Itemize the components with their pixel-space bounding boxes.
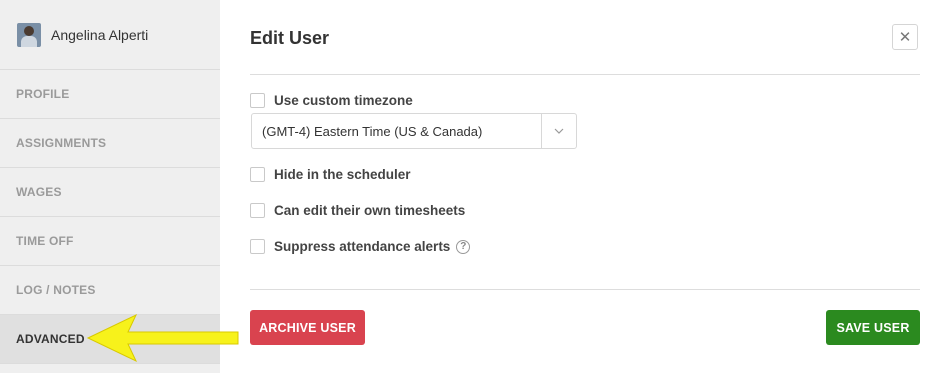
sidebar-item-log-notes[interactable]: LOG / NOTES xyxy=(0,266,220,315)
divider xyxy=(250,74,920,75)
edit-timesheets-checkbox[interactable] xyxy=(250,203,265,218)
close-icon: ✕ xyxy=(898,29,912,46)
custom-timezone-checkbox[interactable] xyxy=(250,93,265,108)
annotation-arrow xyxy=(86,313,239,363)
hide-scheduler-label: Hide in the scheduler xyxy=(274,167,411,182)
timezone-value: (GMT-4) Eastern Time (US & Canada) xyxy=(262,123,483,139)
hide-scheduler-row: Hide in the scheduler xyxy=(250,167,411,182)
edit-timesheets-label: Can edit their own timesheets xyxy=(274,203,466,218)
edit-timesheets-row: Can edit their own timesheets xyxy=(250,203,465,218)
suppress-alerts-label: Suppress attendance alerts xyxy=(274,239,451,254)
user-header: Angelina Alperti xyxy=(0,0,220,70)
suppress-alerts-checkbox[interactable] xyxy=(250,239,265,254)
avatar xyxy=(17,22,41,47)
sidebar-item-wages[interactable]: WAGES xyxy=(0,168,220,217)
user-name: Angelina Alperti xyxy=(51,26,149,43)
save-user-button[interactable]: SAVE USER xyxy=(826,310,920,345)
suppress-alerts-row: Suppress attendance alerts ? xyxy=(250,239,471,254)
archive-user-button[interactable]: ARCHIVE USER xyxy=(250,310,365,345)
hide-scheduler-checkbox[interactable] xyxy=(250,167,265,182)
help-icon[interactable]: ? xyxy=(456,239,471,254)
custom-timezone-label: Use custom timezone xyxy=(274,93,413,108)
page-title: Edit User xyxy=(250,28,330,48)
close-button[interactable]: ✕ xyxy=(892,24,918,50)
chevron-down-icon xyxy=(541,114,576,148)
sidebar-item-time-off[interactable]: TIME OFF xyxy=(0,217,220,266)
custom-timezone-row: Use custom timezone xyxy=(250,93,413,108)
sidebar-item-assignments[interactable]: ASSIGNMENTS xyxy=(0,119,220,168)
sidebar-item-profile[interactable]: PROFILE xyxy=(0,70,220,119)
divider xyxy=(250,289,920,290)
timezone-select[interactable]: (GMT-4) Eastern Time (US & Canada) xyxy=(251,113,577,149)
